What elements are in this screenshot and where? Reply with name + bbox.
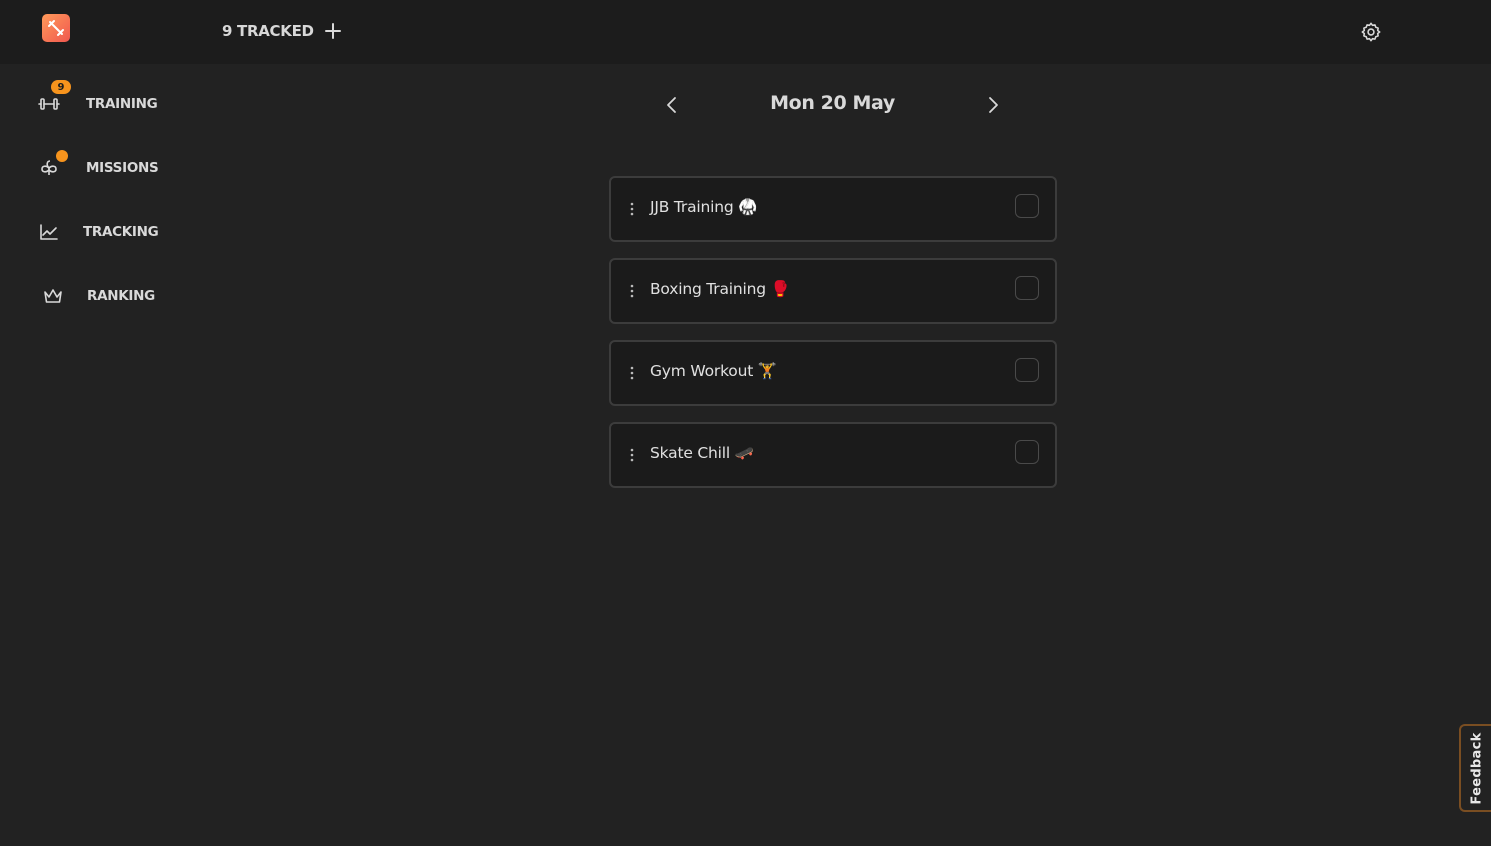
chevron-left-icon bbox=[667, 97, 676, 113]
crown-icon bbox=[40, 283, 66, 309]
dumbbell-icon: 9 bbox=[36, 80, 71, 117]
sidebar-item-label: TRAINING bbox=[86, 96, 158, 112]
sidebar-item-label: RANKING bbox=[87, 288, 155, 304]
task-checkbox[interactable] bbox=[1015, 194, 1039, 218]
chevron-right-icon bbox=[989, 97, 998, 113]
task-item[interactable]: Boxing Training 🥊 bbox=[609, 258, 1057, 324]
task-item[interactable]: Gym Workout 🏋️ bbox=[609, 340, 1057, 406]
previous-day-button[interactable] bbox=[660, 93, 684, 117]
sidebar-item-ranking[interactable]: RANKING bbox=[36, 282, 196, 310]
clover-icon bbox=[36, 150, 68, 181]
feedback-button[interactable]: Feedback bbox=[1459, 724, 1491, 812]
plus-icon bbox=[325, 23, 341, 39]
tracked-count: 9 TRACKED bbox=[222, 22, 314, 40]
gear-icon bbox=[1361, 22, 1381, 42]
task-checkbox[interactable] bbox=[1015, 440, 1039, 464]
drag-handle-icon[interactable] bbox=[627, 445, 637, 465]
task-checkbox[interactable] bbox=[1015, 358, 1039, 382]
task-label: Gym Workout 🏋️ bbox=[650, 362, 777, 380]
sidebar-item-label: MISSIONS bbox=[86, 160, 159, 176]
task-label: JJB Training 🥋 bbox=[650, 198, 758, 216]
date-navigator: Mon 20 May bbox=[660, 88, 1005, 122]
drag-handle-icon[interactable] bbox=[627, 281, 637, 301]
add-habit-button[interactable] bbox=[322, 20, 344, 42]
task-checkbox[interactable] bbox=[1015, 276, 1039, 300]
task-label: Boxing Training 🥊 bbox=[650, 280, 790, 298]
drag-handle-icon[interactable] bbox=[627, 363, 637, 383]
feedback-label: Feedback bbox=[1469, 731, 1485, 805]
task-item[interactable]: JJB Training 🥋 bbox=[609, 176, 1057, 242]
chart-line-icon bbox=[36, 219, 62, 245]
next-day-button[interactable] bbox=[981, 93, 1005, 117]
task-label: Skate Chill 🛹 bbox=[650, 444, 754, 462]
task-item[interactable]: Skate Chill 🛹 bbox=[609, 422, 1057, 488]
sidebar-item-training[interactable]: 9 TRAINING bbox=[36, 80, 196, 118]
sidebar-item-tracking[interactable]: TRACKING bbox=[36, 218, 196, 246]
settings-button[interactable] bbox=[1359, 20, 1383, 44]
app-logo-icon[interactable] bbox=[42, 14, 70, 42]
sidebar-item-missions[interactable]: MISSIONS bbox=[36, 150, 196, 182]
sidebar-item-label: TRACKING bbox=[83, 224, 159, 240]
drag-handle-icon[interactable] bbox=[627, 199, 637, 219]
top-bar: 9 TRACKED bbox=[0, 0, 1491, 64]
current-date: Mon 20 May bbox=[770, 92, 895, 114]
missions-notification-dot bbox=[56, 150, 68, 162]
training-badge: 9 bbox=[51, 80, 71, 94]
